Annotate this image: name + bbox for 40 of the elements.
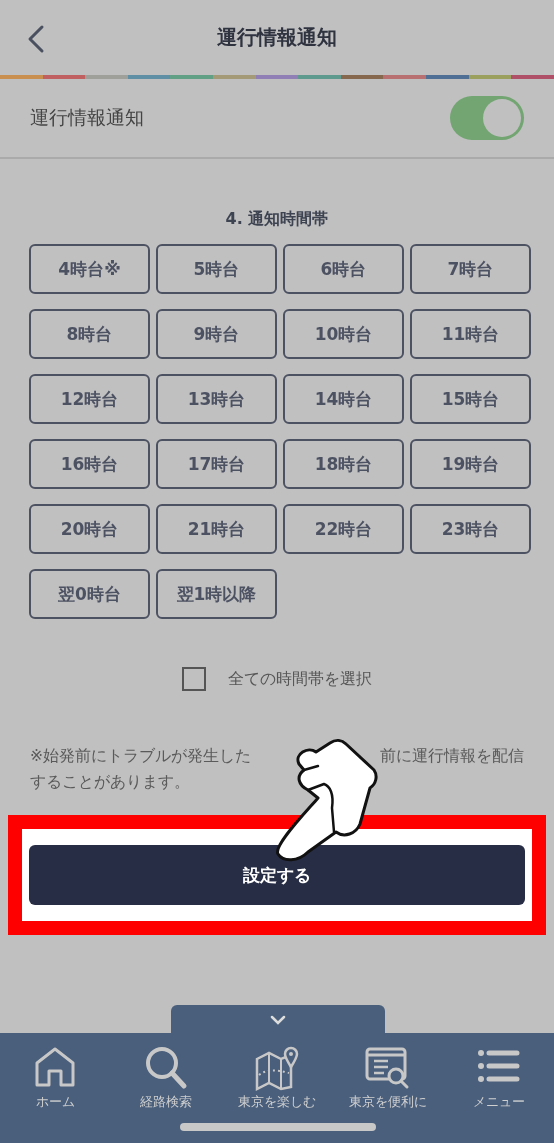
hour-option[interactable]: 23時台 xyxy=(410,504,531,554)
hour-option[interactable]: 13時台 xyxy=(156,374,277,424)
screen-title: 運行情報通知 xyxy=(217,24,337,51)
hour-option[interactable]: 10時台 xyxy=(283,309,404,359)
nav-item[interactable]: 経路検索 xyxy=(110,1045,222,1111)
hour-option[interactable]: 6時台 xyxy=(283,244,404,294)
back-icon[interactable] xyxy=(26,24,46,54)
hour-option[interactable]: 翌0時台 xyxy=(29,569,150,619)
notification-toggle[interactable] xyxy=(450,96,524,140)
hour-option[interactable]: 14時台 xyxy=(283,374,404,424)
hour-option[interactable]: 11時台 xyxy=(410,309,531,359)
hour-option[interactable]: 翌1時以降 xyxy=(156,569,277,619)
select-all-checkbox[interactable] xyxy=(182,667,206,691)
hour-option[interactable]: 22時台 xyxy=(283,504,404,554)
hour-option[interactable]: 12時台 xyxy=(29,374,150,424)
submit-button[interactable]: 設定する xyxy=(29,845,525,905)
toggle-label: 運行情報通知 xyxy=(30,105,144,130)
hour-option[interactable]: 20時台 xyxy=(29,504,150,554)
nav-item[interactable]: ホーム xyxy=(0,1045,111,1111)
section-title: 4. 通知時間帯 xyxy=(224,209,330,230)
chevron-down-icon xyxy=(269,1014,287,1026)
map-pin-icon xyxy=(253,1045,301,1091)
hour-option[interactable]: 5時台 xyxy=(156,244,277,294)
nav-item[interactable]: 東京を便利に xyxy=(332,1045,444,1111)
hour-option[interactable]: 4時台※ xyxy=(29,244,150,294)
hour-option[interactable]: 7時台 xyxy=(410,244,531,294)
nav-item[interactable]: メニュー xyxy=(443,1045,554,1111)
hour-option[interactable]: 18時台 xyxy=(283,439,404,489)
hour-option[interactable]: 8時台 xyxy=(29,309,150,359)
hour-option[interactable]: 15時台 xyxy=(410,374,531,424)
nav-item[interactable]: 東京を楽しむ xyxy=(221,1045,333,1111)
hour-option[interactable]: 17時台 xyxy=(156,439,277,489)
note-text: ※始発前にトラブルが発生した xyxy=(30,746,251,767)
select-all-label: 全ての時間帯を選択 xyxy=(228,668,372,690)
hour-option[interactable]: 21時台 xyxy=(156,504,277,554)
note-text: することがあります。 xyxy=(30,773,190,791)
note-text: 前に運行情報を配信 xyxy=(380,746,524,767)
hour-option[interactable]: 16時台 xyxy=(29,439,150,489)
hour-option[interactable]: 9時台 xyxy=(156,309,277,359)
hour-option[interactable]: 19時台 xyxy=(410,439,531,489)
